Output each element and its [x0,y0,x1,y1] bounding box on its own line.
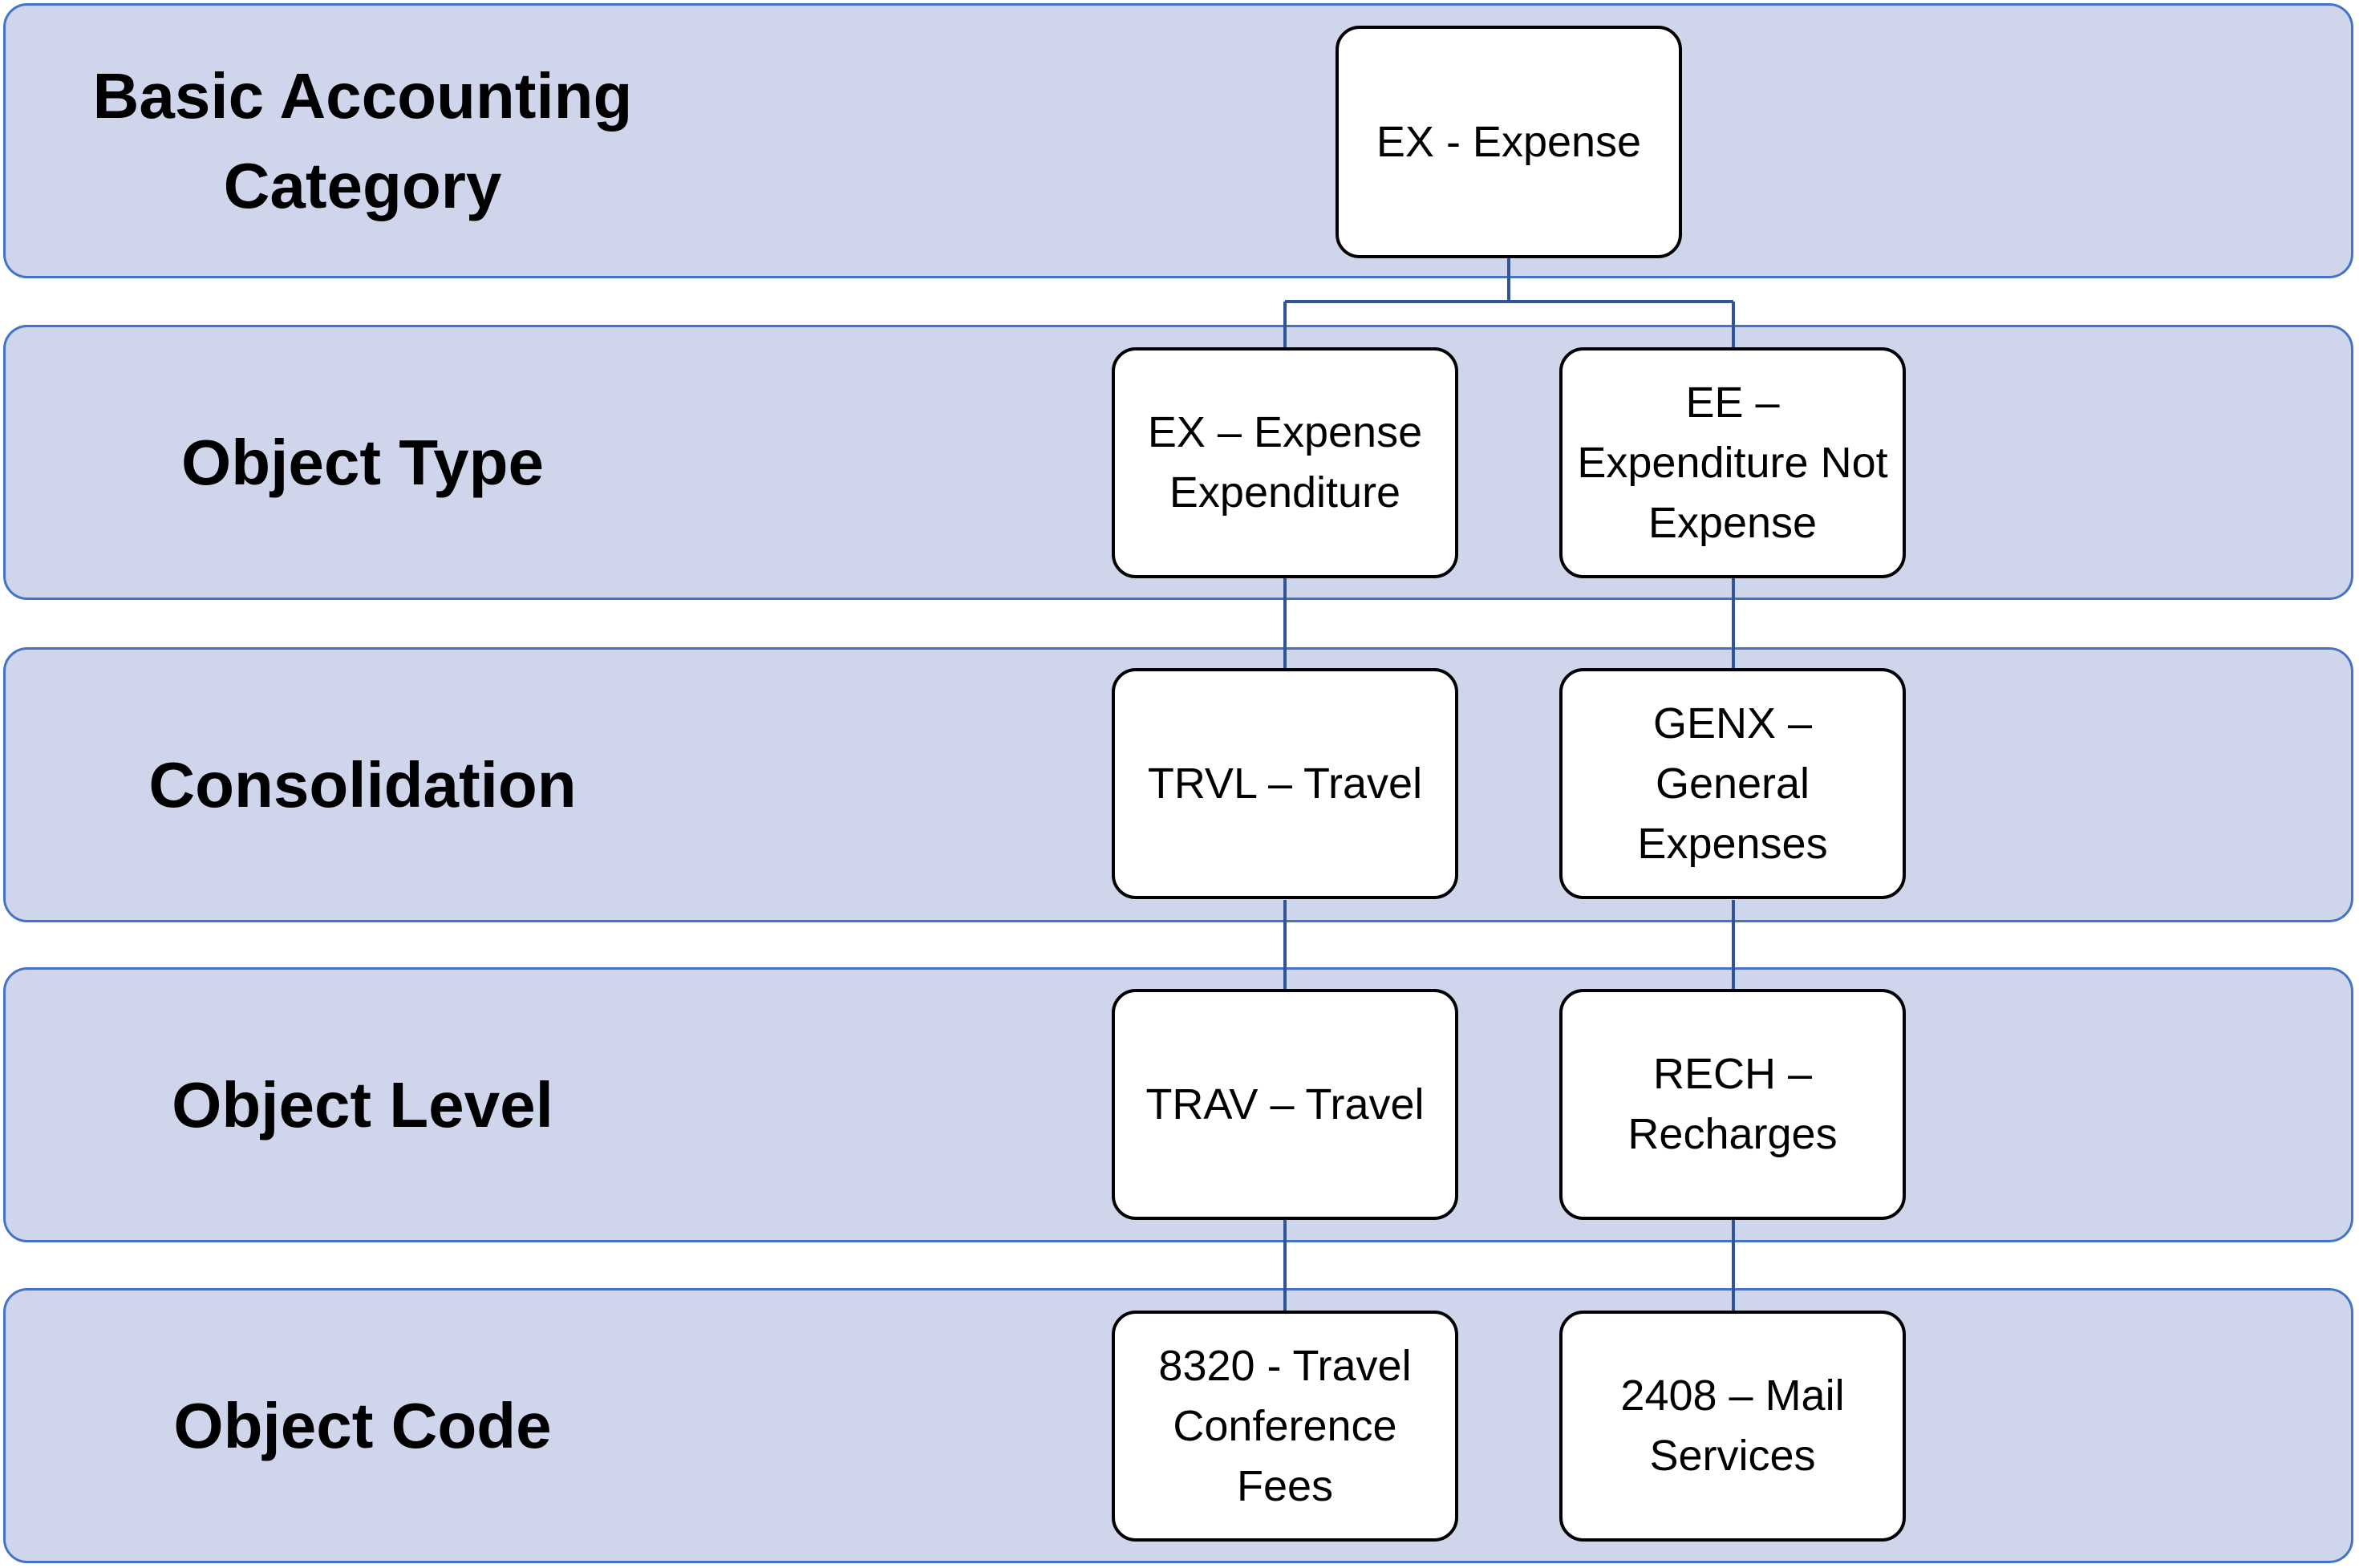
node-object-code-8320: 8320 - Travel Conference Fees [1112,1311,1458,1542]
node-object-code-2408: 2408 – Mail Services [1559,1311,1906,1542]
node-consolidation-trvl: TRVL – Travel [1112,668,1458,899]
node-object-type-ex: EX – Expense Expenditure [1112,347,1458,578]
node-object-type-ee: EE – Expenditure Not Expense [1559,347,1906,578]
node-object-level-trav: TRAV – Travel [1112,989,1458,1220]
node-root-ex-expense: EX - Expense [1336,26,1682,258]
connector-root [1283,257,1735,347]
node-consolidation-genx: GENX – General Expenses [1559,668,1906,899]
node-object-level-rech: RECH – Recharges [1559,989,1906,1220]
